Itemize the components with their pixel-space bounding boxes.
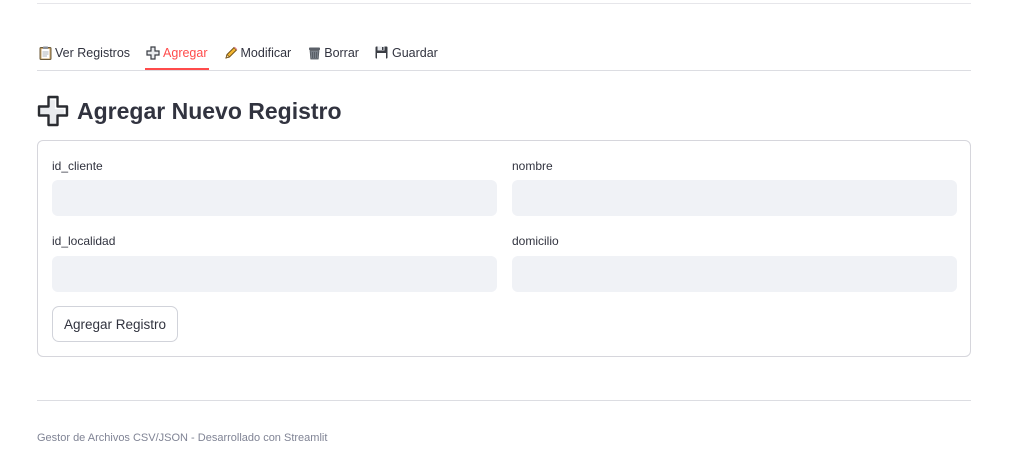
tab-label: Borrar xyxy=(324,45,359,60)
id-cliente-input[interactable] xyxy=(52,180,497,216)
nombre-input[interactable] xyxy=(512,180,957,216)
tab-modificar[interactable]: Modificar xyxy=(223,37,293,68)
top-divider xyxy=(37,3,971,4)
footer-text: Gestor de Archivos CSV/JSON - Desarrolla… xyxy=(37,432,328,444)
page-heading: Agregar Nuevo Registro xyxy=(37,94,342,128)
domicilio-input[interactable] xyxy=(512,256,957,292)
tab-borrar[interactable]: Borrar xyxy=(306,37,360,68)
tab-label: Modificar xyxy=(240,45,292,60)
tab-label: Agregar xyxy=(163,45,208,60)
nombre-label: nombre xyxy=(512,159,553,173)
tab-guardar[interactable]: Guardar xyxy=(374,37,439,68)
tab-ver-registros[interactable]: Ver Registros xyxy=(37,37,131,68)
plus-icon xyxy=(37,95,69,127)
page-title: Agregar Nuevo Registro xyxy=(77,97,342,124)
domicilio-label: domicilio xyxy=(512,234,559,248)
footer-divider xyxy=(37,400,971,401)
pencil-icon xyxy=(224,46,238,60)
add-record-button[interactable]: Agregar Registro xyxy=(52,306,179,342)
trash-icon xyxy=(307,46,321,60)
tab-bar: Ver Registros Agregar Modificar Borrar G… xyxy=(37,38,971,71)
tab-label: Guardar xyxy=(391,45,438,60)
plus-icon xyxy=(146,45,160,60)
id-localidad-label: id_localidad xyxy=(52,234,116,248)
floppy-disk-icon xyxy=(375,46,389,60)
clipboard-icon xyxy=(38,46,52,60)
tab-label: Ver Registros xyxy=(55,45,131,60)
id-localidad-input[interactable] xyxy=(52,256,497,292)
tab-agregar[interactable]: Agregar xyxy=(145,37,210,70)
add-record-form: id_cliente nombre id_localidad domicilio… xyxy=(37,140,971,357)
id-cliente-label: id_cliente xyxy=(52,159,103,173)
